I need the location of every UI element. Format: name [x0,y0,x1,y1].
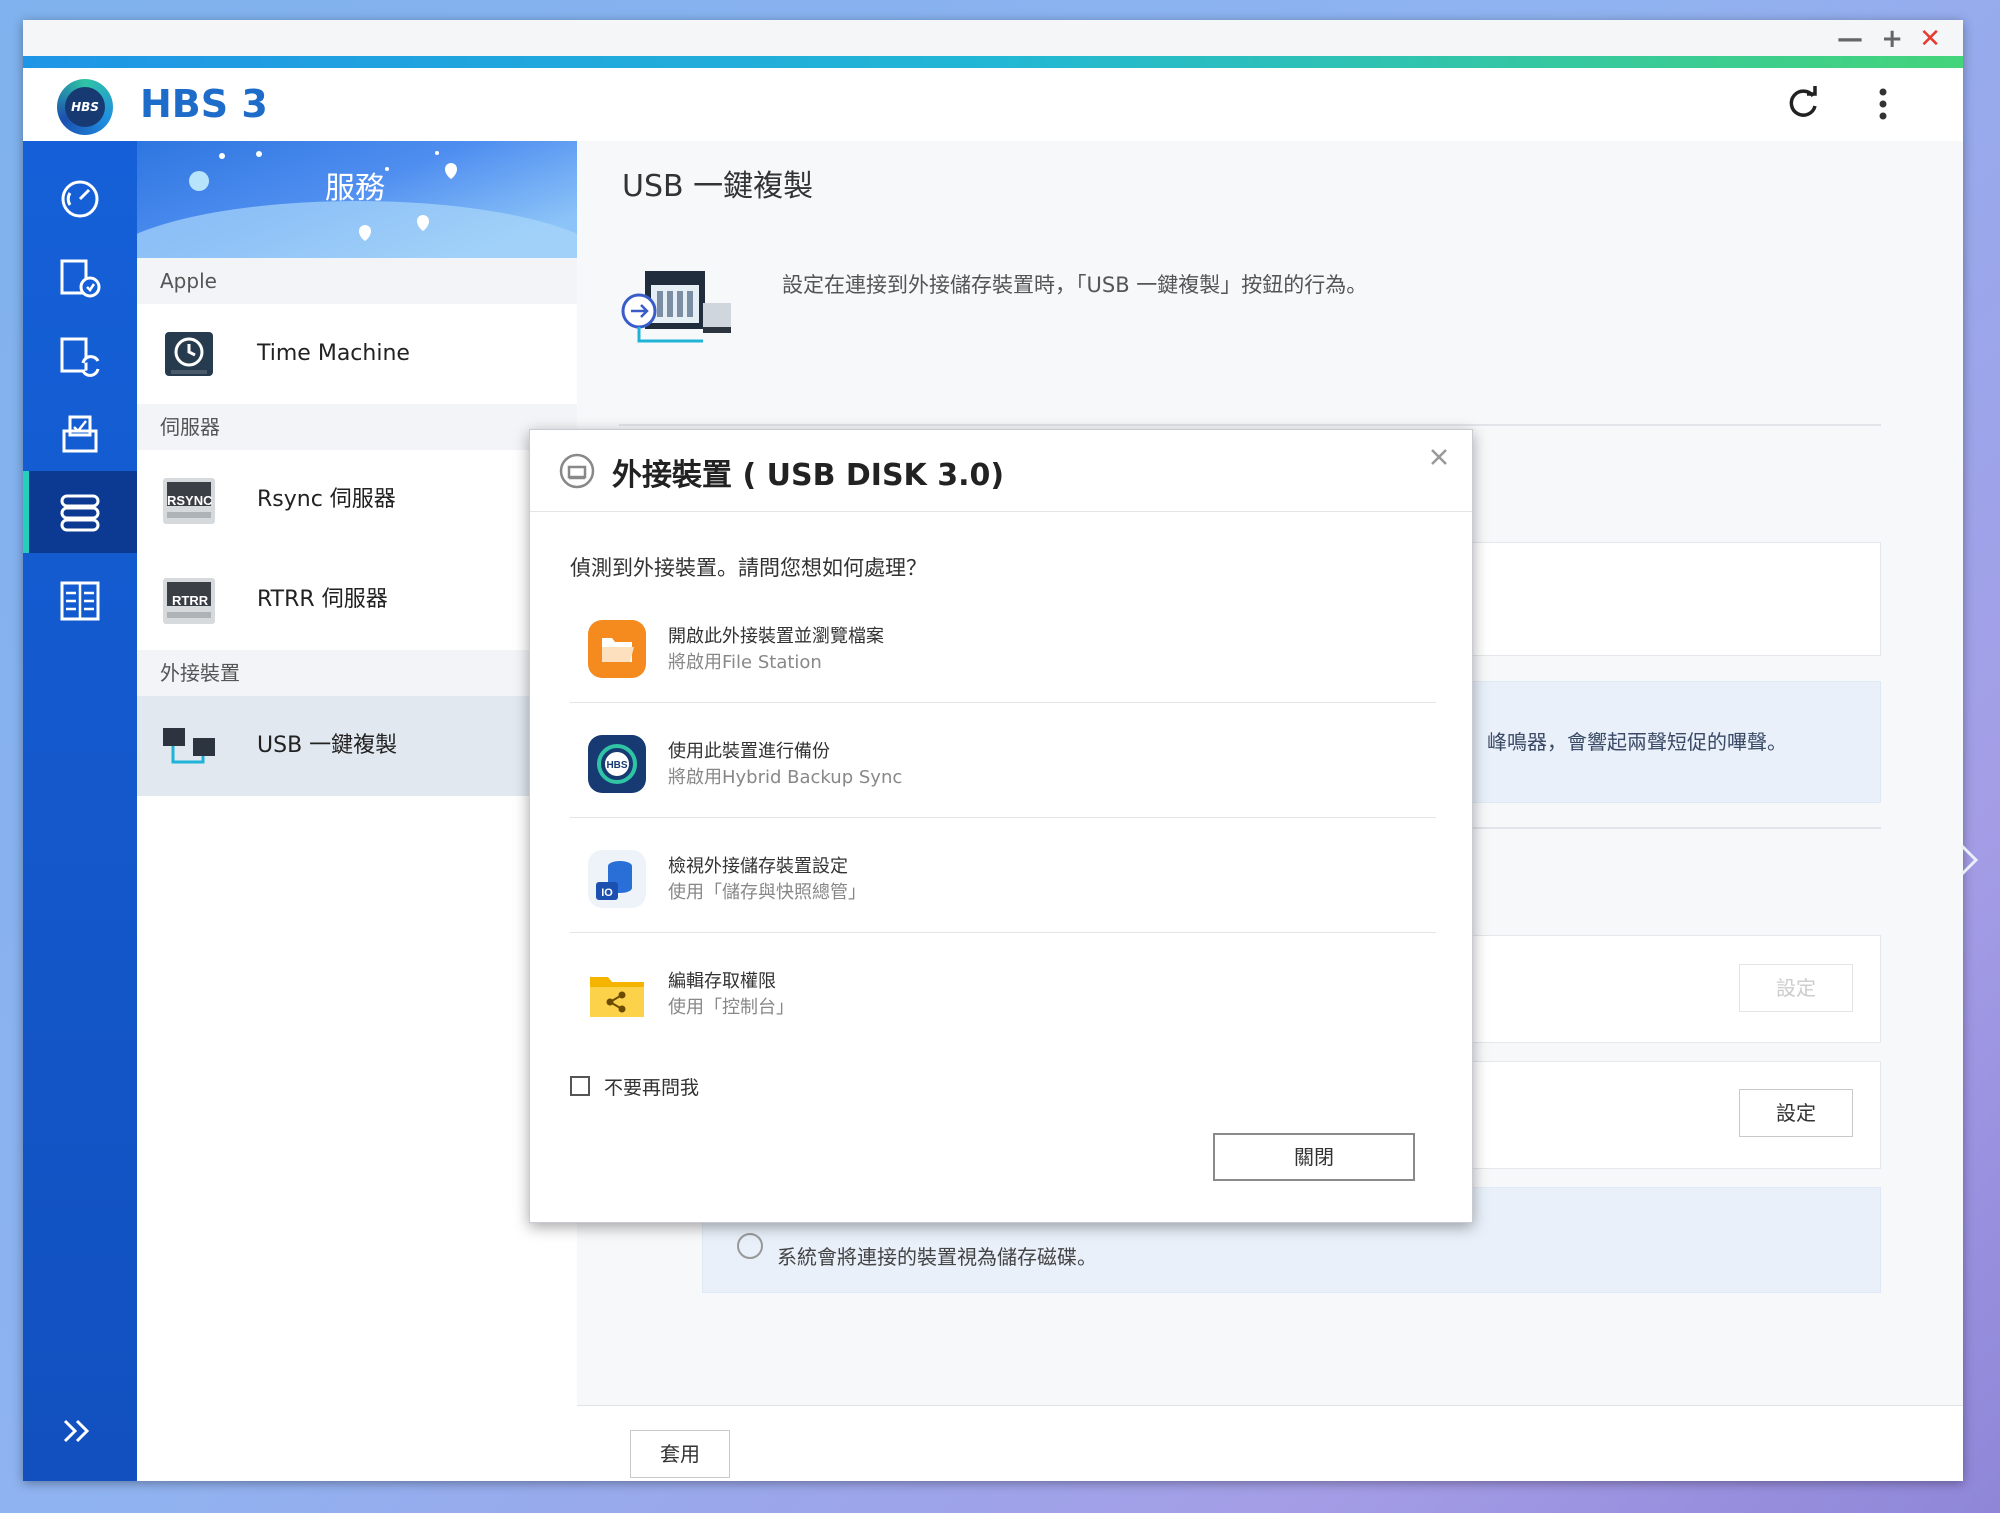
external-device-dialog: 外接裝置 ( USB DISK 3.0) 偵測到外接裝置。請問您想如何處理？ 開… [529,429,1473,1223]
storage-radio[interactable] [737,1233,763,1259]
hbs-logo-icon: HBS [57,79,113,135]
section-server: 伺服器 [137,404,577,450]
option-title: 開啟此外接裝置並瀏覽檔案 [668,626,884,647]
section-apple: Apple [137,258,577,304]
maximize-button[interactable]: + [1881,24,1903,54]
option-title: 編輯存取權限 [668,971,776,992]
service-item-rsync[interactable]: RSYNC Rsync 伺服器 [137,450,577,550]
service-item-time-machine[interactable]: Time Machine [137,304,577,404]
time-machine-icon [165,332,213,376]
refresh-icon[interactable] [1783,84,1823,124]
dialog-title: 外接裝置 ( USB DISK 3.0) [612,458,1005,493]
option-title: 檢視外接儲存裝置設定 [668,856,848,877]
rsync-badge: RSYNC [167,493,213,508]
service-item-label: RTRR 伺服器 [257,587,388,612]
option-storage-settings[interactable]: IO 檢視外接儲存裝置設定 使用「儲存與快照總管」 [570,818,1436,933]
dont-ask-checkbox[interactable] [570,1076,590,1096]
services-panel: 服務 Apple Time Machine 伺服器 RSYNC Rsync 伺服… [137,141,577,1481]
divider [619,424,1881,426]
service-item-label: Rsync 伺服器 [257,487,396,512]
control-panel-icon [590,977,644,1017]
service-item-label: USB 一鍵複製 [257,733,398,758]
storage-snapshots-icon: IO [588,850,646,908]
service-item-rtrr[interactable]: RTRR RTRR 伺服器 [137,550,577,650]
logo-text: HBS [65,87,105,127]
dont-ask-label: 不要再問我 [604,1077,700,1099]
services-banner: 服務 [137,141,577,258]
page-description: 設定在連接到外接儲存裝置時，「USB 一鍵複製」按鈕的行為。 [782,273,1368,297]
usb-copy-icon [163,728,215,764]
sync-icon[interactable] [50,329,110,385]
overview-dashboard-icon[interactable] [50,171,110,227]
storage-icon[interactable] [50,407,110,463]
minimize-button[interactable]: — [1837,24,1863,54]
option-subtitle: 將啟用Hybrid Backup Sync [668,767,903,788]
service-item-label: Time Machine [257,341,410,366]
service-item-usb-copy[interactable]: USB 一鍵複製 [137,696,577,796]
setting-button-disabled[interactable]: 設定 [1739,964,1853,1012]
dialog-header: 外接裝置 ( USB DISK 3.0) [530,430,1472,512]
nav-iconbar [23,141,137,1481]
option-open-file-station[interactable]: 開啟此外接裝置並瀏覽檔案 將啟用File Station [570,588,1436,703]
svg-text:IO: IO [601,887,613,899]
page-title: USB 一鍵複製 [622,169,814,204]
option-hbs-backup[interactable]: HBS 使用此裝置進行備份 將啟用Hybrid Backup Sync [570,703,1436,818]
section-external-device: 外接裝置 [137,650,577,696]
close-window-button[interactable]: ✕ [1919,24,1941,54]
services-icon [60,494,100,532]
dialog-close-button[interactable]: 關閉 [1213,1133,1415,1181]
option-subtitle: 使用「控制台」 [668,997,794,1018]
dialog-question: 偵測到外接裝置。請問您想如何處理？ [570,556,927,580]
usb-device-illustration-icon [621,271,731,343]
setting-button[interactable]: 設定 [1739,1089,1853,1137]
app-title: HBS 3 [140,82,268,126]
external-device-icon [559,453,595,489]
logs-icon[interactable] [50,573,110,629]
services-banner-title: 服務 [325,171,385,206]
main-footer: 套用 [577,1405,1963,1481]
hbs-icon-text: HBS [606,760,627,771]
backup-restore-icon[interactable] [50,251,110,307]
option-edit-permissions[interactable]: 編輯存取權限 使用「控制台」 [570,933,1436,1048]
beep-note: 峰鳴器，會響起兩聲短促的嗶聲。 [1487,730,1787,754]
option-title: 使用此裝置進行備份 [668,741,830,762]
apply-button[interactable]: 套用 [630,1430,730,1478]
expand-sidebar-icon[interactable] [57,1411,97,1451]
hbs-icon: HBS [588,735,646,793]
more-options-icon[interactable] [1863,84,1903,124]
close-icon[interactable] [1424,442,1454,472]
rtrr-badge: RTRR [172,593,209,608]
services-nav-item[interactable] [23,471,137,553]
storage-note: 系統會將連接的裝置視為儲存磁碟。 [777,1245,1097,1269]
file-station-icon [588,620,646,678]
window-titlebar: — + ✕ [23,20,1963,56]
option-subtitle: 將啟用File Station [668,652,822,673]
accent-bar [23,56,1963,68]
option-subtitle: 使用「儲存與快照總管」 [668,882,866,903]
chevron-right-icon[interactable] [1958,830,1982,890]
